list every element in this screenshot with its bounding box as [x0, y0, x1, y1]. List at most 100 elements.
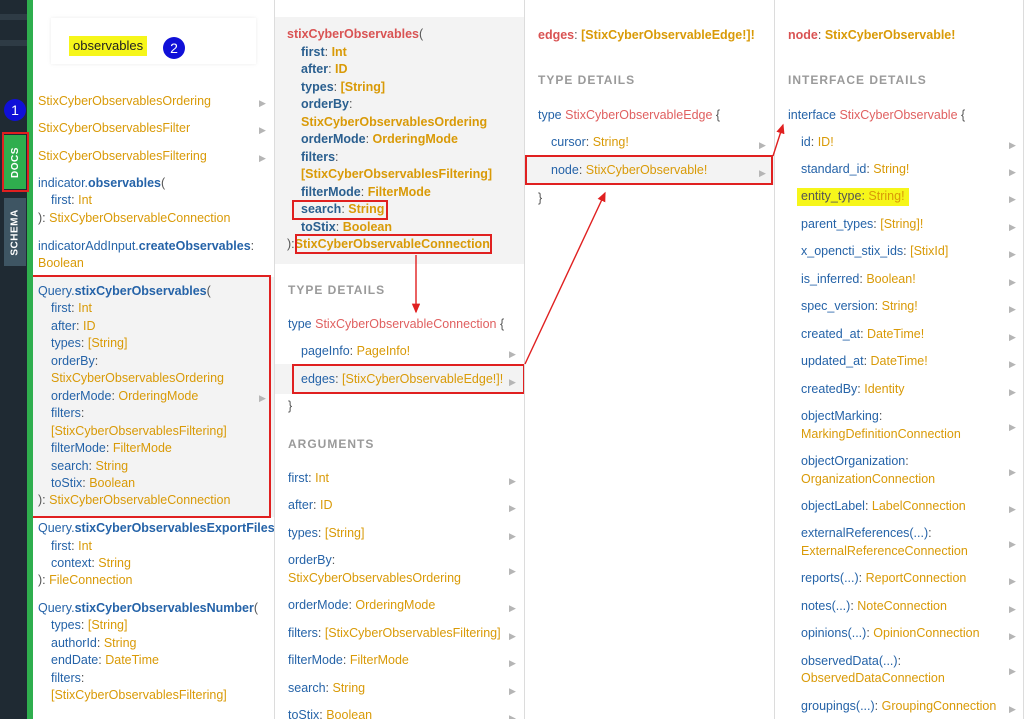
argument-row[interactable]: first: Int: [288, 470, 329, 488]
chevron-right-icon: ▶: [1009, 277, 1016, 287]
arg-row: filters:: [51, 671, 85, 685]
chevron-right-icon: ▶: [1009, 604, 1016, 614]
argument-row[interactable]: orderBy:: [288, 552, 335, 570]
chevron-right-icon: ▶: [1009, 332, 1016, 342]
field-row[interactable]: observedData(...):: [801, 653, 901, 671]
field-row[interactable]: objectOrganization:: [801, 453, 909, 471]
field-title: stixCyberObservables(: [287, 27, 424, 41]
field-cursor[interactable]: cursor: String!: [551, 134, 629, 152]
chevron-right-icon: ▶: [1009, 359, 1016, 369]
chevron-right-icon: ▶: [1009, 222, 1016, 232]
chevron-right-icon: ▶: [759, 140, 766, 150]
return-type: Boolean: [38, 256, 84, 270]
search-input[interactable]: observables: [69, 36, 148, 56]
field-row[interactable]: objectMarking:: [801, 408, 882, 426]
arg-row: after: ID: [301, 62, 348, 76]
arg-row: authorId: String: [51, 636, 137, 650]
arg-row: toStix: Boolean: [301, 220, 392, 234]
field-row[interactable]: spec_version: String!: [801, 298, 918, 316]
arg-row: filterMode: FilterMode: [301, 185, 431, 199]
result-query-stixcyberobservables[interactable]: Query.stixCyberObservables(: [38, 283, 211, 301]
chevron-right-icon: ▶: [1009, 631, 1016, 641]
chevron-right-icon: ▶: [1009, 704, 1016, 714]
chevron-right-icon: ▶: [259, 393, 266, 403]
strip-band: [0, 14, 27, 20]
field-row[interactable]: id: ID!: [801, 134, 834, 152]
field-row[interactable]: opinions(...): OpinionConnection: [801, 625, 980, 643]
chevron-right-icon: ▶: [509, 503, 516, 513]
list-item[interactable]: StixCyberObservablesFiltering: [38, 148, 207, 166]
docs-column-field: stixCyberObservables( first: Int after: …: [275, 0, 525, 719]
arg-type: [StixCyberObservablesFiltering]: [301, 167, 493, 181]
field-title: node: StixCyberObservable!: [788, 28, 956, 42]
section-arguments: ARGUMENTS: [288, 437, 375, 451]
arg-type: [StixCyberObservablesFiltering]: [51, 424, 227, 438]
field-type: OrganizationConnection: [801, 472, 936, 486]
strip-band: [0, 40, 27, 46]
chevron-right-icon: ▶: [259, 98, 266, 108]
arg-row: orderMode: OrderingMode: [301, 132, 458, 146]
argument-row[interactable]: orderMode: OrderingMode: [288, 597, 435, 615]
docs-column-node: node: StixCyberObservable! INTERFACE DET…: [775, 0, 1024, 719]
field-row[interactable]: notes(...): NoteConnection: [801, 598, 947, 616]
chevron-right-icon: ▶: [1009, 194, 1016, 204]
field-node[interactable]: node: StixCyberObservable!: [551, 162, 707, 180]
annotation-badge-1: 1: [4, 99, 26, 121]
chevron-right-icon: ▶: [509, 476, 516, 486]
argument-row[interactable]: types: [String]: [288, 525, 364, 543]
field-row[interactable]: updated_at: DateTime!: [801, 353, 928, 371]
argument-row[interactable]: filterMode: FilterMode: [288, 652, 409, 670]
chevron-right-icon: ▶: [509, 658, 516, 668]
field-title: edges: [StixCyberObservableEdge!]!: [538, 28, 755, 42]
result-indicator-observables[interactable]: indicator.observables(: [38, 175, 165, 193]
field-row[interactable]: objectLabel: LabelConnection: [801, 498, 966, 516]
argument-row[interactable]: after: ID: [288, 497, 332, 515]
list-item[interactable]: StixCyberObservablesOrdering: [38, 93, 211, 111]
arg-row: search: String: [301, 202, 385, 216]
result-indicator-add-input[interactable]: indicatorAddInput.createObservables:: [38, 238, 254, 256]
arg-type: StixCyberObservablesOrdering: [51, 371, 224, 385]
tab-schema[interactable]: SCHEMA: [4, 198, 26, 266]
list-item[interactable]: StixCyberObservablesFilter: [38, 120, 190, 138]
arg-row: filters:: [301, 150, 339, 164]
docs-column-edges: edges: [StixCyberObservableEdge!]! TYPE …: [525, 0, 775, 719]
field-edges[interactable]: edges: [StixCyberObservableEdge!]!: [301, 371, 503, 389]
field-row[interactable]: x_opencti_stix_ids: [StixId]: [801, 243, 948, 261]
arg-type: StixCyberObservablesOrdering: [301, 115, 488, 129]
return-row: ):StixCyberObservableConnection: [287, 237, 490, 251]
result-query-export-files[interactable]: Query.stixCyberObservablesExportFiles(: [38, 520, 274, 538]
argument-row[interactable]: filters: [StixCyberObservablesFiltering]: [288, 625, 501, 643]
arg-row: endDate: DateTime: [51, 653, 159, 667]
field-row[interactable]: standard_id: String!: [801, 161, 909, 179]
docs-annotation-box: [2, 132, 29, 192]
field-row[interactable]: createdBy: Identity: [801, 381, 905, 399]
field-type: ExternalReferenceConnection: [801, 544, 968, 558]
chevron-right-icon: ▶: [1009, 167, 1016, 177]
arg-row: first: Int: [51, 539, 92, 553]
argument-row[interactable]: toStix: Boolean: [288, 707, 372, 719]
arg-row: first: Int: [301, 45, 347, 59]
field-row[interactable]: is_inferred: Boolean!: [801, 271, 916, 289]
section-type-details: TYPE DETAILS: [288, 283, 386, 297]
chevron-right-icon: ▶: [509, 713, 516, 719]
chevron-right-icon: ▶: [1009, 422, 1016, 432]
closing-brace: }: [538, 191, 543, 205]
field-row[interactable]: externalReferences(...):: [801, 525, 932, 543]
arg-row: types: [String]: [301, 80, 386, 94]
field-row[interactable]: groupings(...): GroupingConnection: [801, 698, 996, 716]
chevron-right-icon: ▶: [509, 349, 516, 359]
section-interface-details: INTERFACE DETAILS: [788, 73, 927, 87]
chevron-right-icon: ▶: [759, 168, 766, 178]
chevron-right-icon: ▶: [1009, 576, 1016, 586]
result-query-number[interactable]: Query.stixCyberObservablesNumber(: [38, 600, 258, 618]
return-row: ): StixCyberObservableConnection: [38, 211, 231, 225]
field-row-highlighted[interactable]: entity_type: String!: [797, 188, 909, 206]
field-row[interactable]: reports(...): ReportConnection: [801, 570, 966, 588]
interface-declaration: interface StixCyberObservable {: [788, 108, 966, 122]
arg-row: types: [String]: [51, 618, 128, 632]
field-row[interactable]: created_at: DateTime!: [801, 326, 924, 344]
field-row[interactable]: parent_types: [String]!: [801, 216, 923, 234]
chevron-right-icon: ▶: [1009, 140, 1016, 150]
field-pageinfo[interactable]: pageInfo: PageInfo!: [301, 343, 410, 361]
argument-row[interactable]: search: String: [288, 680, 365, 698]
